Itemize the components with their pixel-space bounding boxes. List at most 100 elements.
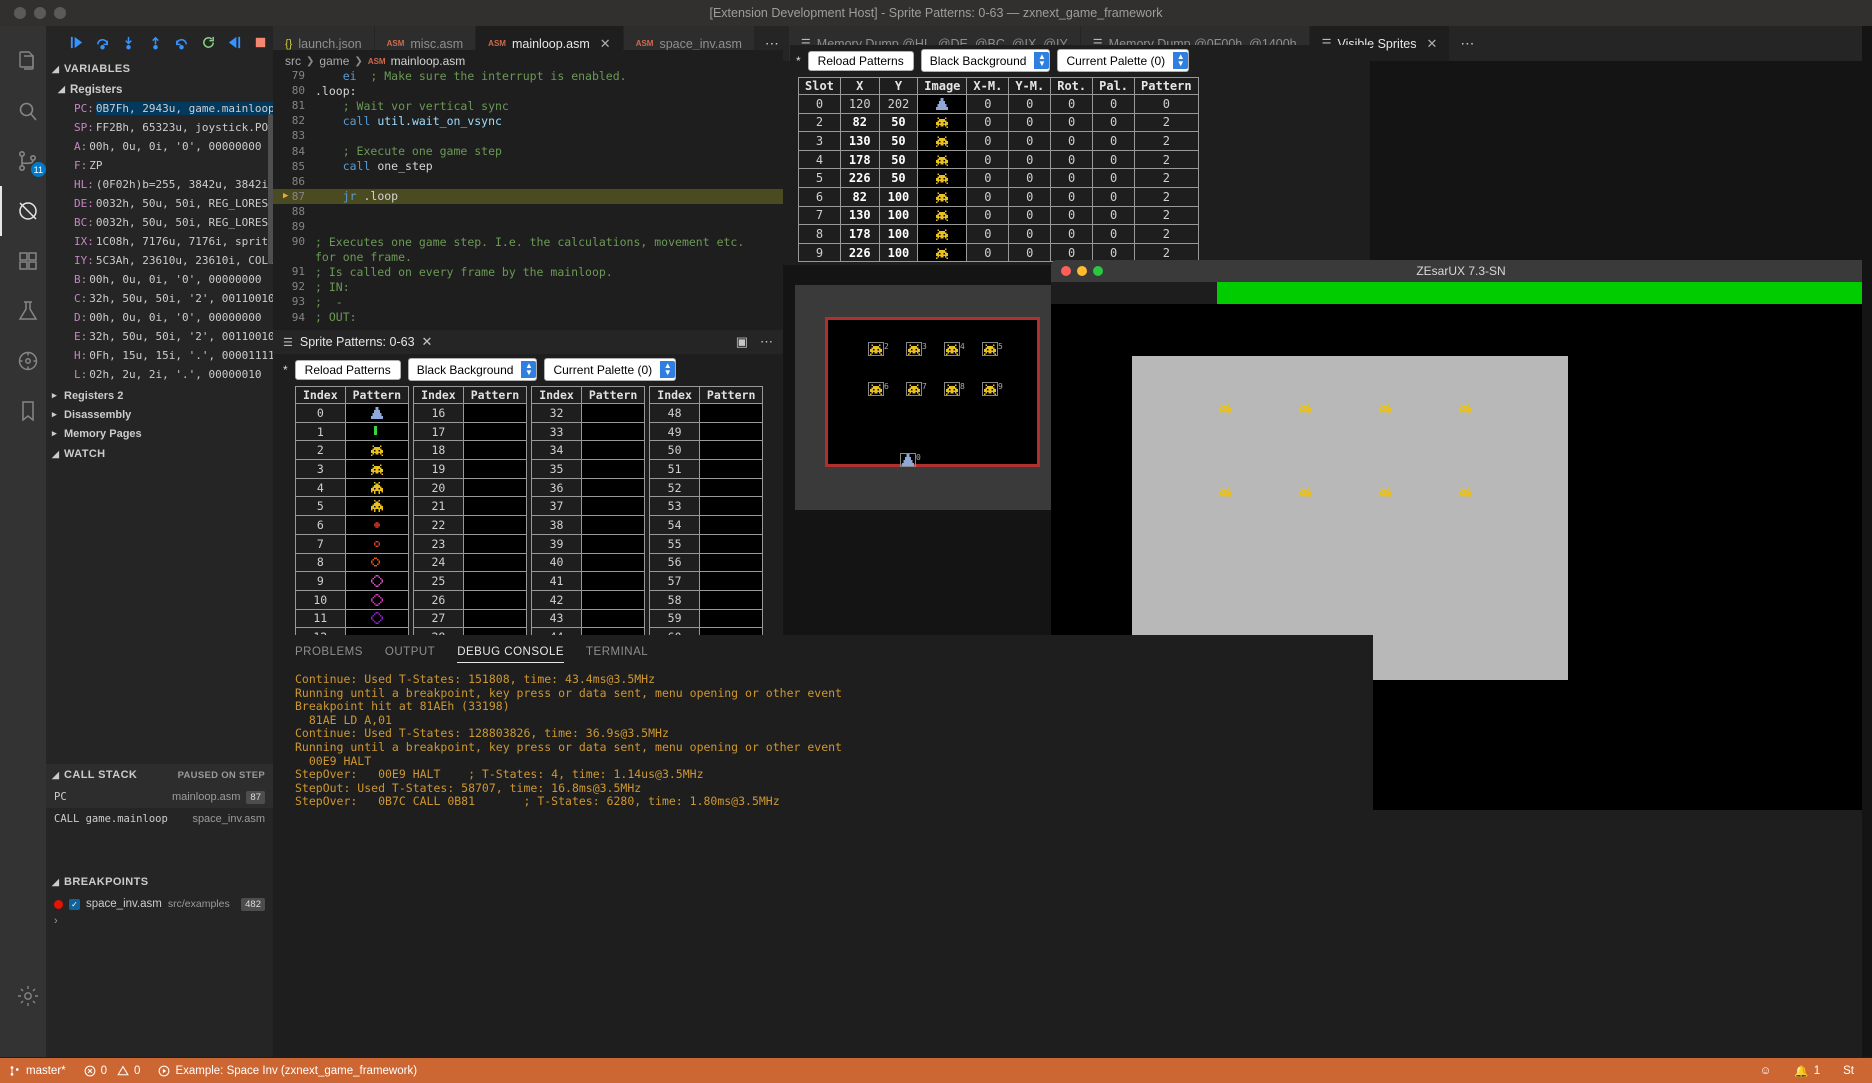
table-row[interactable]: 4 178 50 0 0 0 0 2: [798, 149, 1199, 170]
preview-sprite[interactable]: 3: [906, 342, 927, 361]
breakpoints-overflow-icon[interactable]: ›: [46, 915, 273, 933]
table-row[interactable]: 0: [295, 403, 410, 423]
code-line[interactable]: 85 call one_step: [273, 159, 783, 174]
watch-header[interactable]: ◢ WATCH: [46, 443, 273, 465]
table-row[interactable]: 55: [649, 533, 764, 554]
table-row[interactable]: 2 82 50 0 0 0 0 2: [798, 112, 1199, 133]
table-row[interactable]: 54: [649, 515, 764, 535]
table-row[interactable]: 7 130 100 0 0 0 0 2: [798, 205, 1199, 226]
table-row[interactable]: 26: [413, 589, 528, 610]
step-into-button[interactable]: [117, 29, 141, 55]
split-editor-icon[interactable]: ▣: [736, 334, 748, 350]
table-row[interactable]: 8 178 100 0 0 0 0 2: [798, 224, 1199, 244]
table-row[interactable]: 21: [413, 496, 528, 517]
callstack-header[interactable]: ◢ CALL STACK PAUSED ON STEP: [46, 764, 273, 786]
preview-sprite[interactable]: 8: [944, 382, 965, 401]
register-row[interactable]: C: 32h, 50u, 50i, '2', 00110010: [46, 289, 273, 308]
debug-session-status[interactable]: Example: Space Inv (zxnext_game_framewor…: [149, 1058, 426, 1083]
table-row[interactable]: 22: [413, 515, 528, 535]
table-row[interactable]: 32: [531, 403, 646, 423]
table-row[interactable]: 6 82 100 0 0 0 0 2: [798, 186, 1199, 207]
register-row[interactable]: PC:0B7Fh, 2943u, game.mainloop.lo…: [46, 99, 273, 118]
collapsed-section[interactable]: ▸ Disassembly: [46, 405, 273, 424]
table-row[interactable]: 52: [649, 477, 764, 498]
table-row[interactable]: 0 120 202 0 0 0 0 0: [798, 94, 1199, 114]
preview-sprite[interactable]: 9: [982, 382, 1003, 401]
breakpoints-header[interactable]: ◢ BREAKPOINTS: [46, 871, 273, 893]
panel-tab-debug-console[interactable]: DEBUG CONSOLE: [457, 635, 564, 669]
callstack-row[interactable]: CALL game.mainloop space_inv.asm: [46, 808, 273, 830]
close-icon[interactable]: ✕: [1427, 36, 1438, 52]
table-row[interactable]: 7: [295, 533, 410, 554]
reload-patterns-button[interactable]: Reload Patterns: [294, 359, 401, 380]
code-line[interactable]: 91 ; Is called on every frame by the main…: [273, 264, 783, 279]
table-row[interactable]: 33: [531, 421, 646, 442]
preview-sprite[interactable]: 5: [982, 342, 1003, 361]
table-row[interactable]: 58: [649, 589, 764, 610]
table-row[interactable]: 9: [295, 571, 410, 591]
bell-icon[interactable]: 🔔 1: [1785, 1058, 1829, 1083]
breadcrumb-part[interactable]: src: [285, 54, 301, 68]
table-row[interactable]: 5: [295, 496, 410, 517]
table-row[interactable]: 4: [295, 477, 410, 498]
table-row[interactable]: 25: [413, 571, 528, 591]
table-row[interactable]: 5 226 50 0 0 0 0 2: [798, 168, 1199, 188]
register-row[interactable]: IY:5C3Ah, 23610u, 23610i, COLOR_S…: [46, 251, 273, 270]
table-row[interactable]: 57: [649, 571, 764, 591]
restart-button[interactable]: [196, 29, 220, 55]
code-line[interactable]: 93 ; -: [273, 294, 783, 309]
table-row[interactable]: 49: [649, 421, 764, 442]
preview-sprite[interactable]: 7: [906, 382, 927, 401]
register-row[interactable]: H: 0Fh, 15u, 15i, '.', 00001111: [46, 346, 273, 365]
code-line[interactable]: 86: [273, 174, 783, 189]
code-line[interactable]: 94 ; OUT:: [273, 310, 783, 325]
table-row[interactable]: 56: [649, 552, 764, 573]
code-line[interactable]: 81 ; Wait vor vertical sync: [273, 98, 783, 113]
code-line[interactable]: 88: [273, 204, 783, 219]
panel-tab-output[interactable]: OUTPUT: [385, 635, 435, 669]
preview-sprite[interactable]: 2: [868, 342, 889, 361]
table-row[interactable]: 40: [531, 552, 646, 573]
table-row[interactable]: 36: [531, 477, 646, 498]
close-icon[interactable]: ✕: [422, 334, 433, 350]
register-row[interactable]: IX:1C08h, 7176u, 7176i, sprites.l…: [46, 232, 273, 251]
table-row[interactable]: 19: [413, 459, 528, 479]
callstack-row[interactable]: PC mainloop.asm 87: [46, 786, 273, 808]
table-row[interactable]: 43: [531, 608, 646, 629]
table-row[interactable]: 11: [295, 608, 410, 629]
preview-sprite[interactable]: 0: [900, 453, 921, 472]
table-row[interactable]: 23: [413, 533, 528, 554]
code-line[interactable]: 83: [273, 128, 783, 143]
table-row[interactable]: 37: [531, 496, 646, 517]
more-actions-icon[interactable]: ⋯: [760, 334, 773, 350]
collapsed-section[interactable]: ▸ Registers 2: [46, 386, 273, 405]
table-row[interactable]: 18: [413, 440, 528, 461]
table-row[interactable]: 2: [295, 440, 410, 461]
branch-status[interactable]: master*: [0, 1058, 75, 1083]
table-row[interactable]: 8: [295, 552, 410, 573]
preview-sprite[interactable]: 4: [944, 342, 965, 361]
palette-select[interactable]: Current Palette (0) ▲ ▼: [544, 358, 677, 381]
step-out-button[interactable]: [143, 29, 167, 55]
register-row[interactable]: D: 00h, 0u, 0i, '0', 00000000: [46, 308, 273, 327]
code-line[interactable]: ▶ 87 jr .loop: [273, 188, 783, 204]
table-row[interactable]: 50: [649, 440, 764, 461]
step-over-button[interactable]: [90, 29, 114, 55]
table-row[interactable]: 42: [531, 589, 646, 610]
table-row[interactable]: 39: [531, 533, 646, 554]
table-row[interactable]: 1: [295, 421, 410, 442]
table-row[interactable]: 48: [649, 403, 764, 423]
table-row[interactable]: 10: [295, 589, 410, 610]
problems-status[interactable]: 0 0: [75, 1058, 150, 1083]
register-row[interactable]: A: 00h, 0u, 0i, '0', 00000000: [46, 137, 273, 156]
breakpoint-checkbox[interactable]: ✓: [69, 898, 80, 910]
table-row[interactable]: 16: [413, 403, 528, 423]
table-row[interactable]: 3: [295, 459, 410, 479]
background-select[interactable]: Black Background ▲ ▼: [407, 358, 538, 381]
table-row[interactable]: 59: [649, 608, 764, 629]
preview-sprite[interactable]: 6: [868, 382, 889, 401]
table-row[interactable]: 34: [531, 440, 646, 461]
editor-actions-icon[interactable]: ⋯: [1450, 26, 1484, 61]
register-row[interactable]: DE:0032h, 50u, 50i, REG_LORES_OFF…: [46, 194, 273, 213]
table-row[interactable]: 51: [649, 459, 764, 479]
